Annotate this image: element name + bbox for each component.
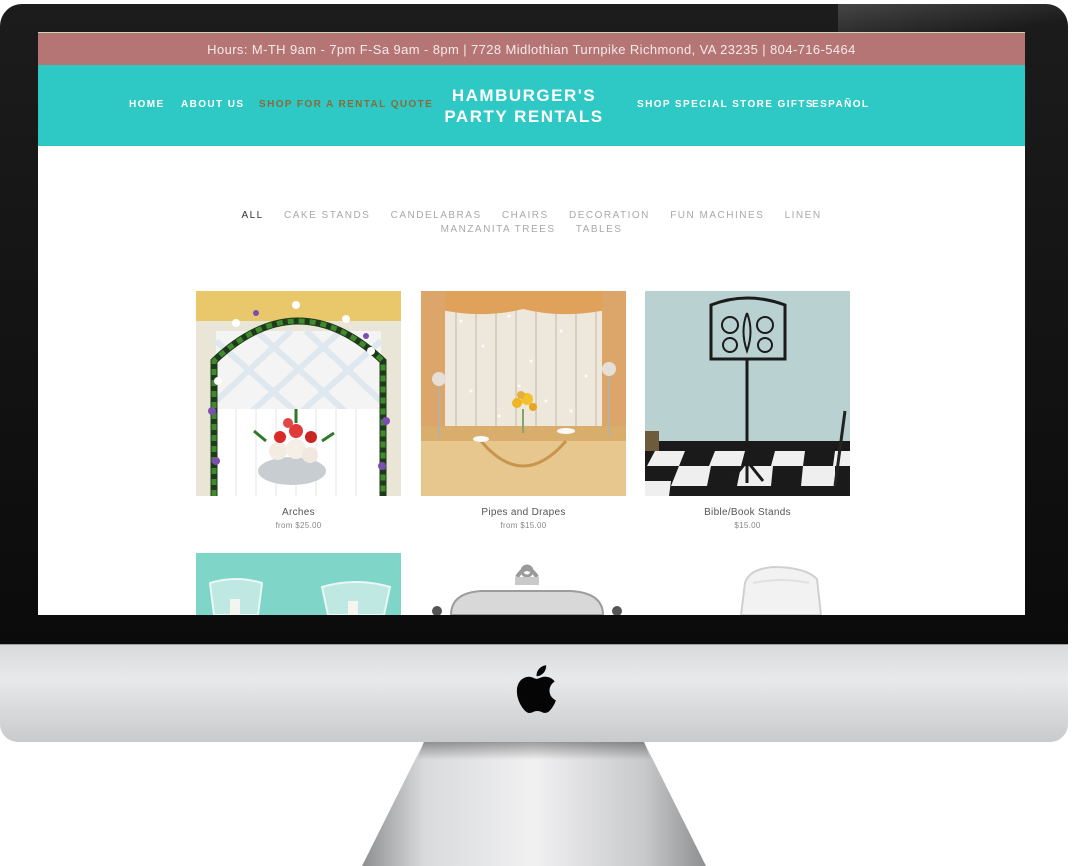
product-image-chafing-dish[interactable]: [421, 553, 626, 615]
product-price: from $15.00: [500, 521, 547, 530]
product-card-bible-book-stands[interactable]: Bible/Book Stands $15.00: [645, 291, 850, 530]
filter-manzanita-trees[interactable]: MANZANITA TREES: [441, 223, 556, 237]
nav-home[interactable]: HOME: [129, 99, 165, 110]
product-price: from $25.00: [275, 521, 322, 530]
apple-icon: [516, 665, 556, 714]
stand-shadow: [417, 742, 651, 760]
site-logo[interactable]: HAMBURGER'S PARTY RENTALS: [438, 85, 610, 127]
main-navigation: HOME ABOUT US SHOP FOR A RENTAL QUOTE HA…: [38, 65, 1025, 146]
product-title[interactable]: Arches: [196, 507, 401, 518]
filter-row-1: ALL CAKE STANDS CANDELABRAS CHAIRS DECOR…: [38, 209, 1025, 223]
nav-about-us[interactable]: ABOUT US: [181, 99, 244, 110]
nav-shop-store-gifts[interactable]: SHOP SPECIAL STORE GIFTS: [637, 99, 814, 110]
product-image-hurricane-vases[interactable]: [196, 553, 401, 615]
product-image-pipes-and-drapes[interactable]: [421, 291, 626, 496]
nav-espanol[interactable]: ESPAÑOL: [812, 99, 869, 110]
hours-text: Hours: M-TH 9am - 7pm F-Sa 9am - 8pm | 7…: [207, 41, 856, 57]
filter-candelabras[interactable]: CANDELABRAS: [391, 209, 482, 223]
product-card-arches[interactable]: Arches from $25.00: [196, 291, 401, 530]
brand-line-1: HAMBURGER'S: [451, 86, 597, 105]
product-title[interactable]: Bible/Book Stands: [645, 507, 850, 518]
product-card-pipes-and-drapes[interactable]: Pipes and Drapes from $15.00: [421, 291, 626, 530]
filter-cake-stands[interactable]: CAKE STANDS: [284, 209, 370, 223]
filter-all[interactable]: ALL: [241, 209, 263, 223]
browser-screen: Hours: M-TH 9am - 7pm F-Sa 9am - 8pm | 7…: [38, 32, 1025, 615]
product-image-arches[interactable]: [196, 291, 401, 496]
product-card-white-chair[interactable]: [645, 553, 850, 615]
product-card-chafing-dish[interactable]: [421, 553, 626, 615]
filter-fun-machines[interactable]: FUN MACHINES: [670, 209, 764, 223]
monitor-stand: [362, 742, 706, 866]
filter-linen[interactable]: LINEN: [785, 209, 822, 223]
product-card-hurricane-vases[interactable]: [196, 553, 401, 615]
product-image-white-chair[interactable]: [645, 553, 850, 615]
filter-chairs[interactable]: CHAIRS: [502, 209, 549, 223]
hours-banner: Hours: M-TH 9am - 7pm F-Sa 9am - 8pm | 7…: [38, 32, 1025, 65]
product-image-bible-book-stands[interactable]: [645, 291, 850, 496]
nav-shop-rental-quote[interactable]: SHOP FOR A RENTAL QUOTE: [259, 99, 433, 110]
brand-line-2: PARTY RENTALS: [444, 107, 604, 126]
filter-decoration[interactable]: DECORATION: [569, 209, 650, 223]
product-price: $15.00: [734, 521, 761, 530]
filter-row-2: MANZANITA TREES TABLES: [38, 223, 1025, 237]
category-filters: ALL CAKE STANDS CANDELABRAS CHAIRS DECOR…: [38, 209, 1025, 237]
product-title[interactable]: Pipes and Drapes: [421, 507, 626, 518]
filter-tables[interactable]: TABLES: [576, 223, 623, 237]
